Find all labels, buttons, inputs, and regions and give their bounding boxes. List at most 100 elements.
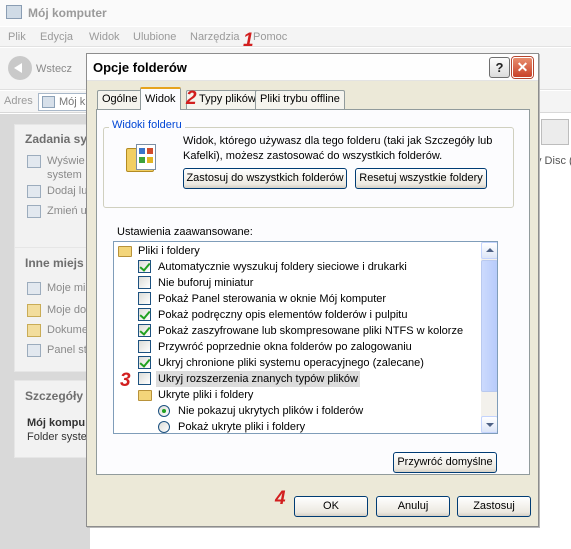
tab-offline-files[interactable]: Pliki trybu offline xyxy=(255,90,345,109)
details-panel: Szczegóły Mój kompu Folder syste xyxy=(14,380,90,458)
details-type: Folder syste xyxy=(27,431,87,443)
panel-link[interactable]: Panel st xyxy=(47,344,87,356)
apply-button[interactable]: Zastosuj xyxy=(457,496,531,517)
setting-label[interactable]: Pokaż zaszyfrowane lub skompresowane pli… xyxy=(158,323,463,339)
ok-button[interactable]: OK xyxy=(294,496,368,517)
explorer-title: Mój komputer xyxy=(28,6,107,20)
panel-title[interactable]: Inne miejs xyxy=(25,256,84,270)
system-info-icon xyxy=(27,155,41,168)
menu-widok[interactable]: Widok xyxy=(89,31,120,43)
setting-checkbox[interactable] xyxy=(138,308,151,321)
panel-title[interactable]: Zadania sy xyxy=(25,132,87,146)
settings-icon xyxy=(27,205,41,218)
setting-label[interactable]: Nie buforuj miniatur xyxy=(158,275,253,291)
step-marker-2: 2 xyxy=(186,88,197,109)
address-value: Mój k xyxy=(59,96,86,108)
radio-row[interactable]: Nie pokazuj ukrytych plików i folderów xyxy=(114,403,480,419)
other-places-panel: Inne miejs Moje mi Moje do Dokume Panel … xyxy=(14,247,90,372)
scroll-up-arrow-icon[interactable] xyxy=(481,242,497,259)
setting-checkbox[interactable] xyxy=(138,260,151,273)
folder-views-legend: Widoki folderu xyxy=(109,119,185,131)
document-icon xyxy=(136,144,156,170)
back-arrow-icon[interactable] xyxy=(8,56,32,80)
tab-file-types[interactable]: Typy plików xyxy=(186,90,261,109)
panel-link[interactable]: Zmień u xyxy=(47,205,87,217)
setting-row[interactable]: Ukryj chronione pliki systemu operacyjne… xyxy=(114,355,480,371)
setting-row[interactable]: Pokaż zaszyfrowane lub skompresowane pli… xyxy=(114,323,480,339)
setting-radio[interactable] xyxy=(158,405,170,417)
setting-label[interactable]: Przywróć poprzednie okna folderów po zal… xyxy=(158,339,412,355)
setting-row[interactable]: Nie buforuj miniatur xyxy=(114,275,480,291)
details-name: Mój kompu xyxy=(27,417,86,429)
setting-label[interactable]: Automatycznie wyszukuj foldery sieciowe … xyxy=(158,259,407,275)
task-sidebar: Zadania sy Wyświe system Dodaj lu Zmień … xyxy=(0,114,90,549)
tree-row-label: Ukryte pliki i foldery xyxy=(158,389,254,401)
panel-link[interactable]: Dodaj lu xyxy=(47,185,87,197)
menu-pomoc[interactable]: Pomoc xyxy=(253,31,287,43)
scroll-down-arrow-icon[interactable] xyxy=(481,416,497,433)
panel-link[interactable]: Dokume xyxy=(47,324,88,336)
vertical-scrollbar[interactable] xyxy=(481,242,497,433)
radio-row[interactable]: Pokaż ukryte pliki i foldery xyxy=(114,419,480,433)
folder-icon xyxy=(118,246,132,257)
explorer-titlebar: Mój komputer xyxy=(0,0,571,26)
step-marker-4: 4 xyxy=(275,488,286,509)
menu-ulubione[interactable]: Ulubione xyxy=(133,31,176,43)
back-label[interactable]: Wstecz xyxy=(36,63,72,75)
setting-row[interactable]: Przywróć poprzednie okna folderów po zal… xyxy=(114,339,480,355)
drive-label[interactable]: y Disc ( xyxy=(536,155,571,167)
folder-views-description: Widok, którego używasz dla tego folderu … xyxy=(183,135,493,162)
setting-checkbox[interactable] xyxy=(138,276,151,289)
apply-to-all-folders-button[interactable]: Zastosuj do wszystkich folderów xyxy=(183,168,347,189)
menu-edycja[interactable]: Edycja xyxy=(40,31,73,43)
setting-label[interactable]: Nie pokazuj ukrytych plików i folderów xyxy=(178,403,363,419)
dvd-drive-icon[interactable] xyxy=(541,119,569,145)
advanced-settings-list[interactable]: Pliki i foldery Automatycznie wyszukuj f… xyxy=(113,241,498,434)
cancel-button[interactable]: Anuluj xyxy=(376,496,450,517)
dialog-titlebar[interactable]: Opcje folderów ? ✕ xyxy=(87,54,538,81)
menu-plik[interactable]: Plik xyxy=(8,31,26,43)
tab-general[interactable]: Ogólne xyxy=(97,90,143,109)
add-remove-icon xyxy=(27,185,41,198)
setting-row[interactable]: Pokaż podręczny opis elementów folderów … xyxy=(114,307,480,323)
setting-checkbox[interactable] xyxy=(138,324,151,337)
panel-link[interactable]: Moje mi xyxy=(47,282,86,294)
setting-label[interactable]: Pokaż ukryte pliki i foldery xyxy=(178,419,305,433)
close-button[interactable]: ✕ xyxy=(512,57,533,78)
panel-link[interactable]: Moje do xyxy=(47,304,86,316)
menu-narzedzia[interactable]: Narzędzia xyxy=(190,31,240,43)
setting-row[interactable]: Automatycznie wyszukuj foldery sieciowe … xyxy=(114,259,480,275)
tree-folder-row: Pliki i foldery xyxy=(114,243,480,259)
setting-checkbox[interactable] xyxy=(138,340,151,353)
address-label: Adres xyxy=(4,95,33,107)
scroll-thumb[interactable] xyxy=(481,260,497,392)
explorer-menubar: Plik Edycja Widok Ulubione Narzędzia Pom… xyxy=(0,27,571,47)
setting-label[interactable]: Ukryj rozszerzenia znanych typów plików xyxy=(156,371,360,387)
dialog-title: Opcje folderów xyxy=(93,60,187,75)
setting-row-hide-extensions[interactable]: Ukryj rozszerzenia znanych typów plików xyxy=(114,371,480,387)
panel-link[interactable]: Wyświe xyxy=(47,155,85,167)
network-icon xyxy=(27,282,41,295)
setting-row[interactable]: Pokaż Panel sterowania w oknie Mój kompu… xyxy=(114,291,480,307)
setting-label[interactable]: Pokaż podręczny opis elementów folderów … xyxy=(158,307,407,323)
hide-extensions-checkbox[interactable] xyxy=(138,372,151,385)
setting-checkbox[interactable] xyxy=(138,356,151,369)
setting-checkbox[interactable] xyxy=(138,292,151,305)
folder-icon xyxy=(27,324,41,337)
control-panel-icon xyxy=(27,344,41,357)
help-button[interactable]: ? xyxy=(489,57,510,78)
panel-title[interactable]: Szczegóły xyxy=(25,389,83,403)
setting-label[interactable]: Pokaż Panel sterowania w oknie Mój kompu… xyxy=(158,291,386,307)
step-marker-1: 1 xyxy=(243,30,254,51)
restore-defaults-button[interactable]: Przywróć domyślne xyxy=(393,452,497,473)
computer-icon xyxy=(42,96,55,108)
tab-view[interactable]: Widok xyxy=(140,87,181,110)
setting-radio[interactable] xyxy=(158,421,170,433)
tree-row-label: Pliki i foldery xyxy=(138,245,200,257)
panel-link[interactable]: system xyxy=(47,169,82,181)
advanced-settings-label: Ustawienia zaawansowane: xyxy=(117,226,253,238)
reset-all-folders-button[interactable]: Resetuj wszystkie foldery xyxy=(355,168,487,189)
folder-icon xyxy=(138,390,152,401)
setting-label[interactable]: Ukryj chronione pliki systemu operacyjne… xyxy=(158,355,424,371)
folder-options-dialog: Opcje folderów ? ✕ Ogólne Widok Typy pli… xyxy=(86,53,539,527)
